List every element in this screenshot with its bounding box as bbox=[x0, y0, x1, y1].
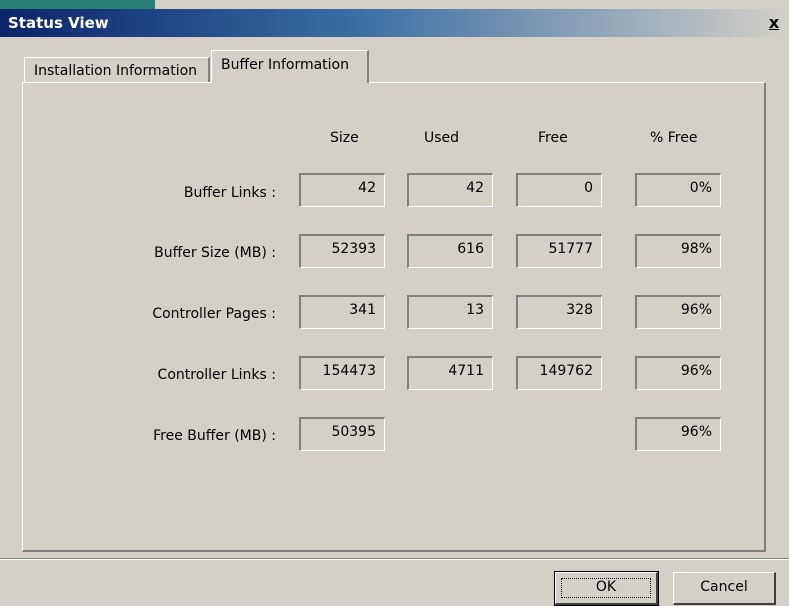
buffer-size-percent-free-field: 98% bbox=[635, 234, 721, 268]
controller-links-free-field: 149762 bbox=[516, 356, 602, 390]
status-view-dialog: Status View x Installation Information B… bbox=[0, 9, 789, 606]
screen: Status View x Installation Information B… bbox=[0, 0, 789, 606]
row-label-free-buffer: Free Buffer (MB) : bbox=[153, 428, 276, 444]
corner-accent bbox=[0, 0, 155, 9]
controller-links-size-field: 154473 bbox=[299, 356, 385, 390]
controller-pages-size-field: 341 bbox=[299, 295, 385, 329]
tab-installation-information[interactable]: Installation Information bbox=[24, 57, 210, 83]
focus-rectangle bbox=[561, 578, 651, 598]
buffer-links-free-field: 0 bbox=[516, 173, 602, 207]
row-label-controller-links: Controller Links : bbox=[157, 367, 276, 383]
ok-button[interactable]: OK bbox=[554, 571, 659, 606]
titlebar: Status View x bbox=[0, 9, 789, 37]
buffer-links-percent-free-field: 0% bbox=[635, 173, 721, 207]
row-label-buffer-size: Buffer Size (MB) : bbox=[154, 245, 276, 261]
row-label-controller-pages: Controller Pages : bbox=[152, 306, 276, 322]
free-buffer-size-field: 50395 bbox=[299, 417, 385, 451]
buffer-size-used-field: 616 bbox=[407, 234, 493, 268]
footer-separator bbox=[0, 558, 789, 560]
buffer-size-size-field: 52393 bbox=[299, 234, 385, 268]
controller-pages-free-field: 328 bbox=[516, 295, 602, 329]
buffer-links-size-field: 42 bbox=[299, 173, 385, 207]
column-header-free: Free bbox=[538, 130, 568, 146]
buffer-links-used-field: 42 bbox=[407, 173, 493, 207]
column-header-percent-free: % Free bbox=[650, 130, 698, 146]
window-title: Status View bbox=[8, 14, 109, 32]
column-header-used: Used bbox=[424, 130, 460, 146]
close-icon[interactable]: x bbox=[765, 14, 783, 32]
row-label-buffer-links: Buffer Links : bbox=[183, 185, 276, 201]
tab-buffer-information[interactable]: Buffer Information bbox=[211, 50, 369, 83]
column-header-size: Size bbox=[330, 130, 359, 146]
controller-links-percent-free-field: 96% bbox=[635, 356, 721, 390]
buffer-size-free-field: 51777 bbox=[516, 234, 602, 268]
controller-pages-used-field: 13 bbox=[407, 295, 493, 329]
free-buffer-percent-free-field: 96% bbox=[635, 417, 721, 451]
controller-pages-percent-free-field: 96% bbox=[635, 295, 721, 329]
controller-links-used-field: 4711 bbox=[407, 356, 493, 390]
cancel-button[interactable]: Cancel bbox=[673, 572, 776, 605]
